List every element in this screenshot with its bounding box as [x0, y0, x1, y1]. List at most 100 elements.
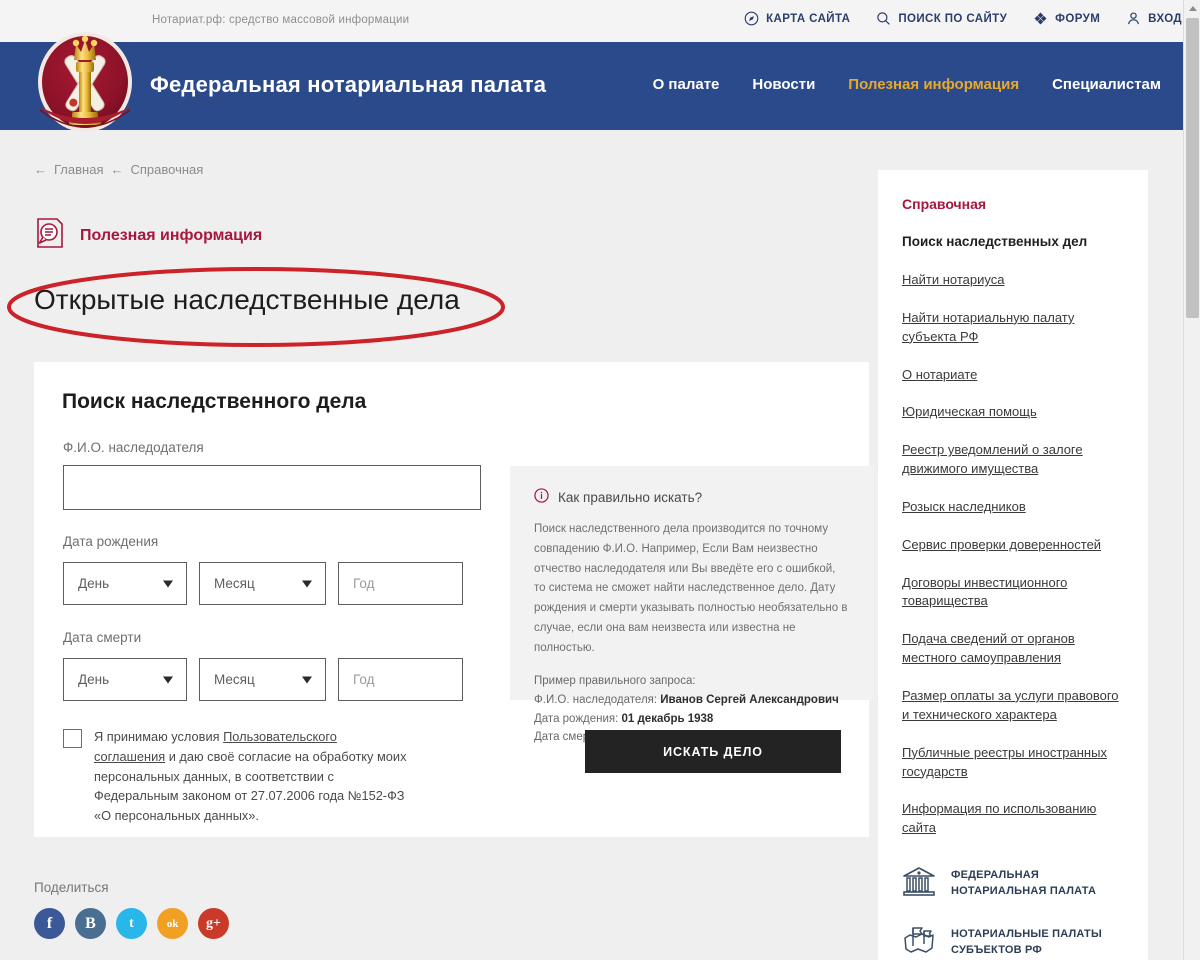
birth-date-row: День Месяц Год [63, 562, 463, 605]
consent-prefix: Я принимаю условия [94, 729, 224, 744]
example-fio-label: Ф.И.О. наследодателя: [534, 693, 661, 706]
example-fio-value: Иванов Сергей Александрович [660, 693, 839, 706]
sidebar-link-service-fees[interactable]: Размер оплаты за услуги правового и техн… [902, 687, 1124, 725]
map-flag-icon [902, 924, 936, 960]
nav-item-about[interactable]: О палате [653, 76, 720, 93]
top-link-search[interactable]: ПОИСК ПО САЙТУ [876, 11, 1007, 26]
scrollbar-thumb[interactable] [1186, 18, 1199, 318]
birth-year-input[interactable]: Год [338, 562, 463, 605]
example-fio-row: Ф.И.О. наследодателя: Иванов Сергей Алек… [534, 691, 850, 710]
breadcrumb-item-reference[interactable]: Справочная [130, 162, 203, 177]
site-tagline: Нотариат.рф: средство массовой информаци… [152, 14, 410, 26]
search-form-card: Поиск наследственного дела Ф.И.О. наслед… [34, 362, 874, 837]
consent-text: Я принимаю условия Пользовательского сог… [94, 727, 408, 826]
page-scrollbar[interactable] [1183, 0, 1200, 960]
document-speech-icon [36, 218, 64, 253]
top-link-forum[interactable]: ФОРУМ [1033, 11, 1100, 26]
nav-item-specialists[interactable]: Специалистам [1052, 76, 1161, 93]
birth-month-select[interactable]: Месяц [199, 562, 326, 605]
share-vkontakte-icon[interactable]: B [75, 908, 106, 939]
death-date-label: Дата смерти [63, 630, 142, 645]
death-month-select[interactable]: Месяц [199, 658, 326, 701]
fio-input[interactable] [63, 465, 481, 510]
example-birth-value: 01 декабрь 1938 [621, 712, 714, 725]
share-googleplus-icon[interactable]: g+ [198, 908, 229, 939]
example-title: Пример правильного запроса: [534, 675, 696, 688]
top-link-login[interactable]: ВХОД [1126, 11, 1182, 26]
breadcrumb-arrow-icon-2: ← [110, 162, 124, 177]
forum-icon [1033, 11, 1048, 26]
site-header: Федеральная нотариальная палата О палате… [0, 42, 1183, 130]
birth-day-select[interactable]: День [63, 562, 187, 605]
breadcrumb-arrow-icon: ← [34, 162, 47, 177]
section-label-text: Полезная информация [80, 226, 263, 244]
search-case-button[interactable]: ИСКАТЬ ДЕЛО [585, 730, 841, 773]
sidebar-link-site-usage[interactable]: Информация по использованию сайта [902, 800, 1124, 838]
page-root: Нотариат.рф: средство массовой информаци… [0, 0, 1200, 960]
example-birth-label: Дата рождения: [534, 712, 622, 725]
help-panel-title-text: Как правильно искать? [558, 489, 703, 505]
banner-line1: НОТАРИАЛЬНЫЕ ПАЛАТЫ [951, 927, 1102, 940]
site-title: Федеральная нотариальная палата [150, 72, 547, 97]
page-title-block: Открытые наследственные дела [0, 262, 540, 352]
share-facebook-icon[interactable]: f [34, 908, 65, 939]
top-link-search-label: ПОИСК ПО САЙТУ [898, 12, 1008, 25]
breadcrumb-item-home[interactable]: Главная [54, 162, 103, 177]
nav-item-news[interactable]: Новости [752, 76, 815, 93]
help-panel: Как правильно искать? Поиск наследственн… [510, 466, 874, 743]
death-year-input[interactable]: Год [338, 658, 463, 701]
nav-item-useful-info[interactable]: Полезная информация [848, 76, 1019, 93]
info-icon [534, 488, 549, 506]
breadcrumb: ← Главная ← Справочная [34, 162, 203, 177]
top-link-sitemap[interactable]: КАРТА САЙТА [744, 11, 850, 26]
top-link-sitemap-label: КАРТА САЙТА [766, 12, 851, 25]
birth-day-value: День [78, 576, 110, 591]
death-day-select[interactable]: День [63, 658, 187, 701]
sidebar-banners: ФЕДЕРАЛЬНАЯ НОТАРИАЛЬНАЯ ПАЛАТА НОТАРИАЛ… [878, 845, 1148, 960]
birth-month-value: Месяц [214, 576, 255, 591]
compass-icon [744, 11, 759, 26]
search-icon [876, 11, 891, 26]
example-birth-row: Дата рождения: 01 декабрь 1938 [534, 710, 850, 729]
share-buttons-row: f B t ok g+ [34, 908, 229, 939]
chevron-down-icon [302, 580, 312, 587]
sidebar-link-find-chamber[interactable]: Найти нотариальную палату субъекта РФ [902, 309, 1124, 347]
bank-building-icon [902, 865, 936, 902]
sidebar-link-pledge-registry[interactable]: Реестр уведомлений о залоге движимого им… [902, 441, 1124, 479]
consent-checkbox[interactable] [63, 729, 82, 748]
banner-line1: ФЕДЕРАЛЬНАЯ [951, 868, 1039, 881]
banner-regional-chambers[interactable]: НОТАРИАЛЬНЫЕ ПАЛАТЫ СУБЪЕКТОВ РФ [902, 924, 1124, 960]
share-twitter-icon[interactable]: t [116, 908, 147, 939]
share-label: Поделиться [34, 880, 109, 895]
birth-year-value: Год [353, 576, 375, 591]
fio-label: Ф.И.О. наследодателя [63, 440, 204, 455]
banner-federal-chamber-label: ФЕДЕРАЛЬНАЯ НОТАРИАЛЬНАЯ ПАЛАТА [951, 868, 1096, 900]
sidebar-link-poa-check[interactable]: Сервис проверки доверенностей [902, 536, 1124, 555]
banner-regional-chambers-label: НОТАРИАЛЬНЫЕ ПАЛАТЫ СУБЪЕКТОВ РФ [951, 927, 1102, 959]
top-utility-nav: КАРТА САЙТА ПОИСК ПО САЙТУ ФОРУМ ВХОД [744, 11, 1182, 26]
main-nav: О палате Новости Полезная информация Спе… [653, 76, 1161, 93]
consent-block: Я принимаю условия Пользовательского сог… [63, 727, 408, 826]
banner-federal-chamber[interactable]: ФЕДЕРАЛЬНАЯ НОТАРИАЛЬНАЯ ПАЛАТА [902, 865, 1124, 902]
chevron-down-icon [163, 676, 173, 683]
sidebar-link-foreign-registries[interactable]: Публичные реестры иностранных государств [902, 744, 1124, 782]
sidebar-link-heirs-search[interactable]: Розыск наследников [902, 498, 1124, 517]
sidebar-link-local-gov-submission[interactable]: Подача сведений от органов местного само… [902, 630, 1124, 668]
scroll-up-arrow-icon[interactable] [1184, 0, 1200, 17]
death-year-value: Год [353, 672, 375, 687]
sidebar-link-about-notariat[interactable]: О нотариате [902, 366, 1124, 385]
sidebar-link-investment-contracts[interactable]: Договоры инвестиционного товарищества [902, 574, 1124, 612]
sidebar-current-page: Поиск наследственных дел [902, 234, 1088, 249]
top-link-forum-label: ФОРУМ [1055, 12, 1101, 25]
sidebar-link-legal-help[interactable]: Юридическая помощь [902, 403, 1124, 422]
top-link-login-label: ВХОД [1148, 12, 1182, 25]
chevron-down-icon [163, 580, 173, 587]
help-panel-title: Как правильно искать? [534, 488, 850, 506]
share-odnoklassniki-icon[interactable]: ok [157, 908, 188, 939]
page-title: Открытые наследственные дела [34, 284, 460, 315]
section-label: Полезная информация [36, 218, 262, 253]
sidebar-heading: Справочная [902, 196, 987, 212]
sidebar-link-find-notary[interactable]: Найти нотариуса [902, 271, 1124, 290]
chevron-down-icon [302, 676, 312, 683]
federal-notary-chamber-emblem-icon [24, 18, 146, 140]
